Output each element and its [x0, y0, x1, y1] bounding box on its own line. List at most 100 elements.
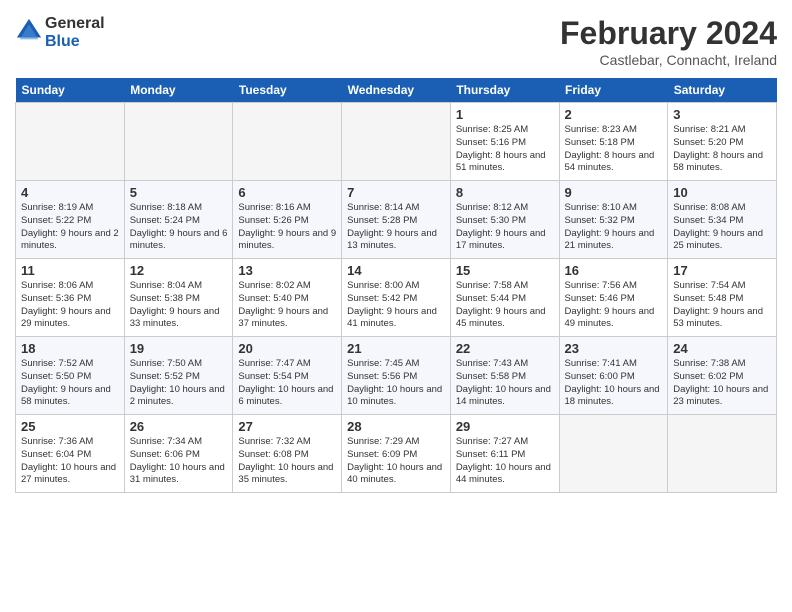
- day-number: 14: [347, 263, 445, 278]
- day-number: 13: [238, 263, 336, 278]
- logo-icon: [15, 17, 43, 45]
- calendar-cell: [233, 103, 342, 181]
- day-number: 12: [130, 263, 228, 278]
- day-info: Sunrise: 7:43 AM Sunset: 5:58 PM Dayligh…: [456, 358, 554, 409]
- page-container: General Blue February 2024 Castlebar, Co…: [0, 0, 792, 503]
- calendar-cell: 28 Sunrise: 7:29 AM Sunset: 6:09 PM Dayli…: [342, 415, 451, 493]
- calendar-cell: 23 Sunrise: 7:41 AM Sunset: 6:00 PM Dayli…: [559, 337, 668, 415]
- day-info: Sunrise: 7:56 AM Sunset: 5:46 PM Dayligh…: [565, 280, 663, 331]
- calendar-cell: 29 Sunrise: 7:27 AM Sunset: 6:11 PM Dayli…: [450, 415, 559, 493]
- location: Castlebar, Connacht, Ireland: [560, 52, 777, 68]
- day-info: Sunrise: 8:21 AM Sunset: 5:20 PM Dayligh…: [673, 124, 771, 175]
- col-sunday: Sunday: [16, 78, 125, 103]
- day-info: Sunrise: 8:16 AM Sunset: 5:26 PM Dayligh…: [238, 202, 336, 253]
- day-info: Sunrise: 7:52 AM Sunset: 5:50 PM Dayligh…: [21, 358, 119, 409]
- day-info: Sunrise: 7:29 AM Sunset: 6:09 PM Dayligh…: [347, 436, 445, 487]
- calendar-cell: 20 Sunrise: 7:47 AM Sunset: 5:54 PM Dayli…: [233, 337, 342, 415]
- day-number: 9: [565, 185, 663, 200]
- day-info: Sunrise: 8:23 AM Sunset: 5:18 PM Dayligh…: [565, 124, 663, 175]
- day-number: 10: [673, 185, 771, 200]
- calendar-cell: 18Sunrise: 7:52 AM Sunset: 5:50 PM Dayli…: [16, 337, 125, 415]
- day-number: 27: [238, 419, 336, 434]
- day-number: 1: [456, 107, 554, 122]
- calendar-cell: 26Sunrise: 7:34 AM Sunset: 6:06 PM Dayli…: [124, 415, 233, 493]
- day-info: Sunrise: 8:10 AM Sunset: 5:32 PM Dayligh…: [565, 202, 663, 253]
- day-number: 19: [130, 341, 228, 356]
- day-info: Sunrise: 8:08 AM Sunset: 5:34 PM Dayligh…: [673, 202, 771, 253]
- week-row-2: 4 Sunrise: 8:19 AM Sunset: 5:22 PM Daylig…: [16, 181, 777, 259]
- calendar-cell: [16, 103, 125, 181]
- day-number: 23: [565, 341, 663, 356]
- week-row-1: 1 Sunrise: 8:25 AM Sunset: 5:16 PM Daylig…: [16, 103, 777, 181]
- day-info: Sunrise: 8:25 AM Sunset: 5:16 PM Dayligh…: [456, 124, 554, 175]
- week-row-3: 11 Sunrise: 8:06 AM Sunset: 5:36 PM Dayli…: [16, 259, 777, 337]
- day-number: 22: [456, 341, 554, 356]
- calendar-cell: 8Sunrise: 8:12 AM Sunset: 5:30 PM Daylig…: [450, 181, 559, 259]
- day-info: Sunrise: 8:02 AM Sunset: 5:40 PM Dayligh…: [238, 280, 336, 331]
- day-number: 15: [456, 263, 554, 278]
- day-info: Sunrise: 7:54 AM Sunset: 5:48 PM Dayligh…: [673, 280, 771, 331]
- day-info: Sunrise: 7:45 AM Sunset: 5:56 PM Dayligh…: [347, 358, 445, 409]
- calendar-cell: 25Sunrise: 7:36 AM Sunset: 6:04 PM Dayli…: [16, 415, 125, 493]
- calendar-cell: 14 Sunrise: 8:00 AM Sunset: 5:42 PM Dayli…: [342, 259, 451, 337]
- day-number: 7: [347, 185, 445, 200]
- calendar-cell: 24 Sunrise: 7:38 AM Sunset: 6:02 PM Dayli…: [668, 337, 777, 415]
- day-info: Sunrise: 8:12 AM Sunset: 5:30 PM Dayligh…: [456, 202, 554, 253]
- calendar-cell: [559, 415, 668, 493]
- day-info: Sunrise: 8:14 AM Sunset: 5:28 PM Dayligh…: [347, 202, 445, 253]
- day-number: 6: [238, 185, 336, 200]
- header-row: Sunday Monday Tuesday Wednesday Thursday…: [16, 78, 777, 103]
- calendar-cell: 5Sunrise: 8:18 AM Sunset: 5:24 PM Daylig…: [124, 181, 233, 259]
- logo: General Blue: [15, 15, 105, 51]
- day-number: 11: [21, 263, 119, 278]
- title-block: February 2024 Castlebar, Connacht, Irela…: [560, 15, 777, 68]
- col-monday: Monday: [124, 78, 233, 103]
- day-info: Sunrise: 7:50 AM Sunset: 5:52 PM Dayligh…: [130, 358, 228, 409]
- day-number: 20: [238, 341, 336, 356]
- calendar-cell: 15 Sunrise: 7:58 AM Sunset: 5:44 PM Dayli…: [450, 259, 559, 337]
- day-number: 25: [21, 419, 119, 434]
- week-row-4: 18Sunrise: 7:52 AM Sunset: 5:50 PM Dayli…: [16, 337, 777, 415]
- col-wednesday: Wednesday: [342, 78, 451, 103]
- calendar-cell: [342, 103, 451, 181]
- day-number: 17: [673, 263, 771, 278]
- day-number: 21: [347, 341, 445, 356]
- calendar-cell: 13 Sunrise: 8:02 AM Sunset: 5:40 PM Dayli…: [233, 259, 342, 337]
- page-header: General Blue February 2024 Castlebar, Co…: [15, 15, 777, 68]
- day-info: Sunrise: 8:18 AM Sunset: 5:24 PM Dayligh…: [130, 202, 228, 253]
- calendar-cell: 17 Sunrise: 7:54 AM Sunset: 5:48 PM Dayli…: [668, 259, 777, 337]
- calendar-cell: [124, 103, 233, 181]
- calendar-cell: 22 Sunrise: 7:43 AM Sunset: 5:58 PM Dayli…: [450, 337, 559, 415]
- day-number: 4: [21, 185, 119, 200]
- col-saturday: Saturday: [668, 78, 777, 103]
- calendar-cell: [668, 415, 777, 493]
- col-thursday: Thursday: [450, 78, 559, 103]
- calendar-cell: 9 Sunrise: 8:10 AM Sunset: 5:32 PM Daylig…: [559, 181, 668, 259]
- day-info: Sunrise: 7:38 AM Sunset: 6:02 PM Dayligh…: [673, 358, 771, 409]
- calendar-table: Sunday Monday Tuesday Wednesday Thursday…: [15, 78, 777, 493]
- calendar-cell: 7 Sunrise: 8:14 AM Sunset: 5:28 PM Daylig…: [342, 181, 451, 259]
- calendar-cell: 1 Sunrise: 8:25 AM Sunset: 5:16 PM Daylig…: [450, 103, 559, 181]
- calendar-cell: 21 Sunrise: 7:45 AM Sunset: 5:56 PM Dayli…: [342, 337, 451, 415]
- col-tuesday: Tuesday: [233, 78, 342, 103]
- day-number: 26: [130, 419, 228, 434]
- day-info: Sunrise: 8:19 AM Sunset: 5:22 PM Dayligh…: [21, 202, 119, 253]
- calendar-cell: 6 Sunrise: 8:16 AM Sunset: 5:26 PM Daylig…: [233, 181, 342, 259]
- logo-text: General Blue: [45, 15, 105, 51]
- day-number: 28: [347, 419, 445, 434]
- day-info: Sunrise: 7:58 AM Sunset: 5:44 PM Dayligh…: [456, 280, 554, 331]
- calendar-cell: 11 Sunrise: 8:06 AM Sunset: 5:36 PM Dayli…: [16, 259, 125, 337]
- day-number: 29: [456, 419, 554, 434]
- day-info: Sunrise: 8:00 AM Sunset: 5:42 PM Dayligh…: [347, 280, 445, 331]
- day-number: 2: [565, 107, 663, 122]
- calendar-cell: 27Sunrise: 7:32 AM Sunset: 6:08 PM Dayli…: [233, 415, 342, 493]
- day-info: Sunrise: 7:41 AM Sunset: 6:00 PM Dayligh…: [565, 358, 663, 409]
- day-info: Sunrise: 7:27 AM Sunset: 6:11 PM Dayligh…: [456, 436, 554, 487]
- day-info: Sunrise: 7:47 AM Sunset: 5:54 PM Dayligh…: [238, 358, 336, 409]
- calendar-cell: 3 Sunrise: 8:21 AM Sunset: 5:20 PM Daylig…: [668, 103, 777, 181]
- day-number: 3: [673, 107, 771, 122]
- day-info: Sunrise: 8:04 AM Sunset: 5:38 PM Dayligh…: [130, 280, 228, 331]
- day-number: 24: [673, 341, 771, 356]
- day-info: Sunrise: 8:06 AM Sunset: 5:36 PM Dayligh…: [21, 280, 119, 331]
- calendar-cell: 10 Sunrise: 8:08 AM Sunset: 5:34 PM Dayli…: [668, 181, 777, 259]
